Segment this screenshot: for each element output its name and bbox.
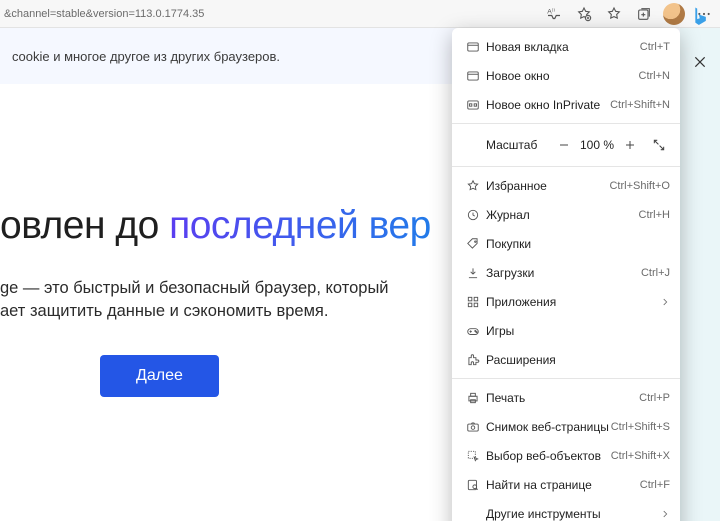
- chevron-right-icon: [660, 297, 670, 307]
- new-window-icon: [462, 69, 484, 83]
- tag-icon: [462, 237, 484, 251]
- fullscreen-icon[interactable]: [646, 133, 672, 157]
- menu-item-shortcut: Ctrl+H: [639, 209, 670, 221]
- menu-more-tools[interactable]: Другие инструменты: [452, 499, 680, 521]
- settings-menu: Новая вкладка Ctrl+T Новое окно Ctrl+N Н…: [452, 28, 680, 521]
- menu-item-shortcut: Ctrl+J: [641, 267, 670, 279]
- menu-shopping[interactable]: Покупки: [452, 229, 680, 258]
- puzzle-icon: [462, 353, 484, 367]
- menu-item-label: Покупки: [484, 237, 670, 251]
- menu-screenshot[interactable]: Снимок веб-страницы Ctrl+Shift+S: [452, 412, 680, 441]
- add-favorite-icon[interactable]: [570, 0, 598, 28]
- menu-item-shortcut: Ctrl+N: [639, 70, 670, 82]
- read-aloud-icon[interactable]: A⁾⁾: [540, 0, 568, 28]
- svg-text:A⁾⁾: A⁾⁾: [547, 7, 555, 15]
- menu-item-label: Новое окно InPrivate: [484, 98, 610, 112]
- menu-new-tab[interactable]: Новая вкладка Ctrl+T: [452, 32, 680, 61]
- menu-games[interactable]: Игры: [452, 316, 680, 345]
- menu-item-shortcut: Ctrl+P: [639, 392, 670, 404]
- menu-item-label: Избранное: [484, 179, 609, 193]
- menu-downloads[interactable]: Загрузки Ctrl+J: [452, 258, 680, 287]
- menu-extensions[interactable]: Расширения: [452, 345, 680, 374]
- close-sidebar-icon[interactable]: [692, 54, 708, 70]
- games-icon: [462, 324, 484, 338]
- menu-new-inprivate[interactable]: Новое окно InPrivate Ctrl+Shift+N: [452, 90, 680, 119]
- address-bar-fragment[interactable]: &channel=stable&version=113.0.1774.35: [0, 8, 204, 20]
- menu-apps[interactable]: Приложения: [452, 287, 680, 316]
- profile-avatar[interactable]: [660, 0, 688, 28]
- menu-item-shortcut: Ctrl+Shift+X: [611, 450, 670, 462]
- menu-item-shortcut: Ctrl+F: [640, 479, 670, 491]
- collections-icon[interactable]: [630, 0, 658, 28]
- camera-icon: [462, 420, 484, 434]
- new-tab-icon: [462, 40, 484, 54]
- menu-item-label: Расширения: [484, 353, 670, 367]
- zoom-out-button[interactable]: [552, 133, 576, 157]
- menu-find[interactable]: Найти на странице Ctrl+F: [452, 470, 680, 499]
- zoom-value: 100 %: [576, 138, 618, 152]
- menu-item-label: Выбор веб-объектов: [484, 449, 611, 463]
- menu-item-shortcut: Ctrl+T: [640, 41, 670, 53]
- menu-item-label: Приложения: [484, 295, 660, 309]
- menu-zoom: Масштаб 100 %: [452, 128, 680, 162]
- menu-item-label: Печать: [484, 391, 639, 405]
- menu-item-label: Новое окно: [484, 69, 639, 83]
- menu-web-select[interactable]: Выбор веб-объектов Ctrl+Shift+X: [452, 441, 680, 470]
- import-banner-text: cookie и многое другое из других браузер…: [12, 49, 280, 64]
- menu-item-label: Масштаб: [486, 138, 552, 152]
- apps-icon: [462, 295, 484, 309]
- bing-icon[interactable]: [686, 4, 714, 32]
- star-icon: [462, 179, 484, 193]
- menu-item-label: Загрузки: [484, 266, 641, 280]
- menu-item-label: Новая вкладка: [484, 40, 640, 54]
- menu-new-window[interactable]: Новое окно Ctrl+N: [452, 61, 680, 90]
- print-icon: [462, 391, 484, 405]
- browser-toolbar: &channel=stable&version=113.0.1774.35 A⁾…: [0, 0, 720, 28]
- history-icon: [462, 208, 484, 222]
- menu-item-label: Другие инструменты: [484, 507, 660, 521]
- menu-item-label: Игры: [484, 324, 670, 338]
- menu-favorites[interactable]: Избранное Ctrl+Shift+O: [452, 171, 680, 200]
- favorites-icon[interactable]: [600, 0, 628, 28]
- menu-item-label: Найти на странице: [484, 478, 640, 492]
- chevron-right-icon: [660, 509, 670, 519]
- select-icon: [462, 449, 484, 463]
- sidebar-panel: [680, 28, 720, 521]
- menu-item-shortcut: Ctrl+Shift+S: [611, 421, 670, 433]
- inprivate-icon: [462, 98, 484, 112]
- menu-print[interactable]: Печать Ctrl+P: [452, 383, 680, 412]
- menu-history[interactable]: Журнал Ctrl+H: [452, 200, 680, 229]
- menu-item-shortcut: Ctrl+Shift+N: [610, 99, 670, 111]
- find-icon: [462, 478, 484, 492]
- zoom-in-button[interactable]: [618, 133, 642, 157]
- menu-item-shortcut: Ctrl+Shift+O: [609, 180, 670, 192]
- next-button[interactable]: Далее: [100, 355, 219, 397]
- menu-item-label: Снимок веб-страницы: [484, 420, 611, 434]
- menu-item-label: Журнал: [484, 208, 639, 222]
- download-icon: [462, 266, 484, 280]
